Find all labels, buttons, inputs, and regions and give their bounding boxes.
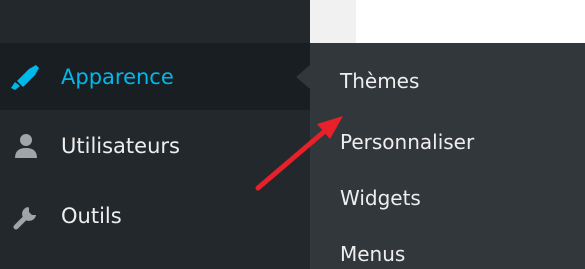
appearance-submenu: Thèmes Personnaliser Widgets Menus	[310, 43, 585, 269]
user-icon	[8, 128, 44, 164]
submenu-item-personnaliser[interactable]: Personnaliser	[340, 130, 474, 154]
sidebar-item-label: Outils	[61, 203, 122, 228]
sidebar-top-strip	[0, 0, 310, 43]
submenu-item-menus[interactable]: Menus	[340, 242, 405, 266]
admin-sidebar: Apparence Utilisateurs Outils	[0, 0, 310, 269]
submenu-item-themes[interactable]: Thèmes	[340, 69, 419, 93]
sidebar-item-label: Utilisateurs	[61, 133, 180, 158]
paintbrush-icon	[8, 59, 44, 95]
sidebar-item-utilisateurs[interactable]: Utilisateurs	[0, 112, 310, 179]
submenu-pointer	[296, 65, 310, 89]
sidebar-item-apparence[interactable]: Apparence	[0, 43, 310, 110]
sidebar-item-outils[interactable]: Outils	[0, 182, 310, 249]
sidebar-item-label: Apparence	[61, 64, 174, 89]
wrench-icon	[8, 198, 44, 234]
submenu-item-widgets[interactable]: Widgets	[340, 186, 421, 210]
page-background-column	[310, 0, 356, 43]
